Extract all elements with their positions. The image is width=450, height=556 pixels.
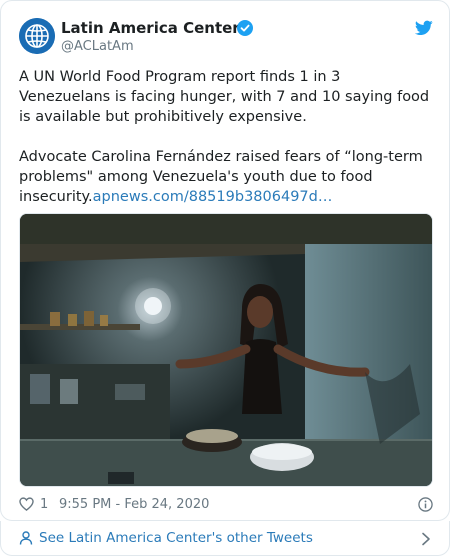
info-icon[interactable] [418,497,433,512]
author-handle[interactable]: @ACLatAm [61,39,134,54]
tweet-timestamp[interactable]: 9:55 PM - Feb 24, 2020 [59,497,209,512]
heart-icon[interactable] [19,497,34,511]
more-tweets-bar[interactable]: See Latin America Center's other Tweets [0,521,450,556]
tweet-photo[interactable] [19,213,433,487]
like-count: 1 [40,497,49,512]
tweet-header: Latin America Center @ACLatAm [19,18,433,58]
chevron-right-icon [422,532,430,546]
twitter-bird-icon[interactable] [415,20,433,36]
tweet-body: A UN World Food Program report finds 1 i… [19,67,433,207]
tweet-paragraph-2: Advocate Carolina Fernández raised fears… [19,147,433,207]
globe-logo-icon[interactable] [19,18,55,54]
author-name[interactable]: Latin America Center [61,19,240,37]
see-other-tweets-link[interactable]: See Latin America Center's other Tweets [39,530,313,546]
kitchen-photo-image [20,214,432,486]
article-link[interactable]: apnews.com/88519b3806497d… [93,189,333,205]
person-icon [19,531,33,545]
tweet-paragraph-1: A UN World Food Program report finds 1 i… [19,69,430,125]
verified-badge-icon [237,20,253,36]
tweet-footer: 1 9:55 PM - Feb 24, 2020 [19,496,433,514]
embedded-tweet-card: Latin America Center @ACLatAm A UN World… [0,0,450,521]
